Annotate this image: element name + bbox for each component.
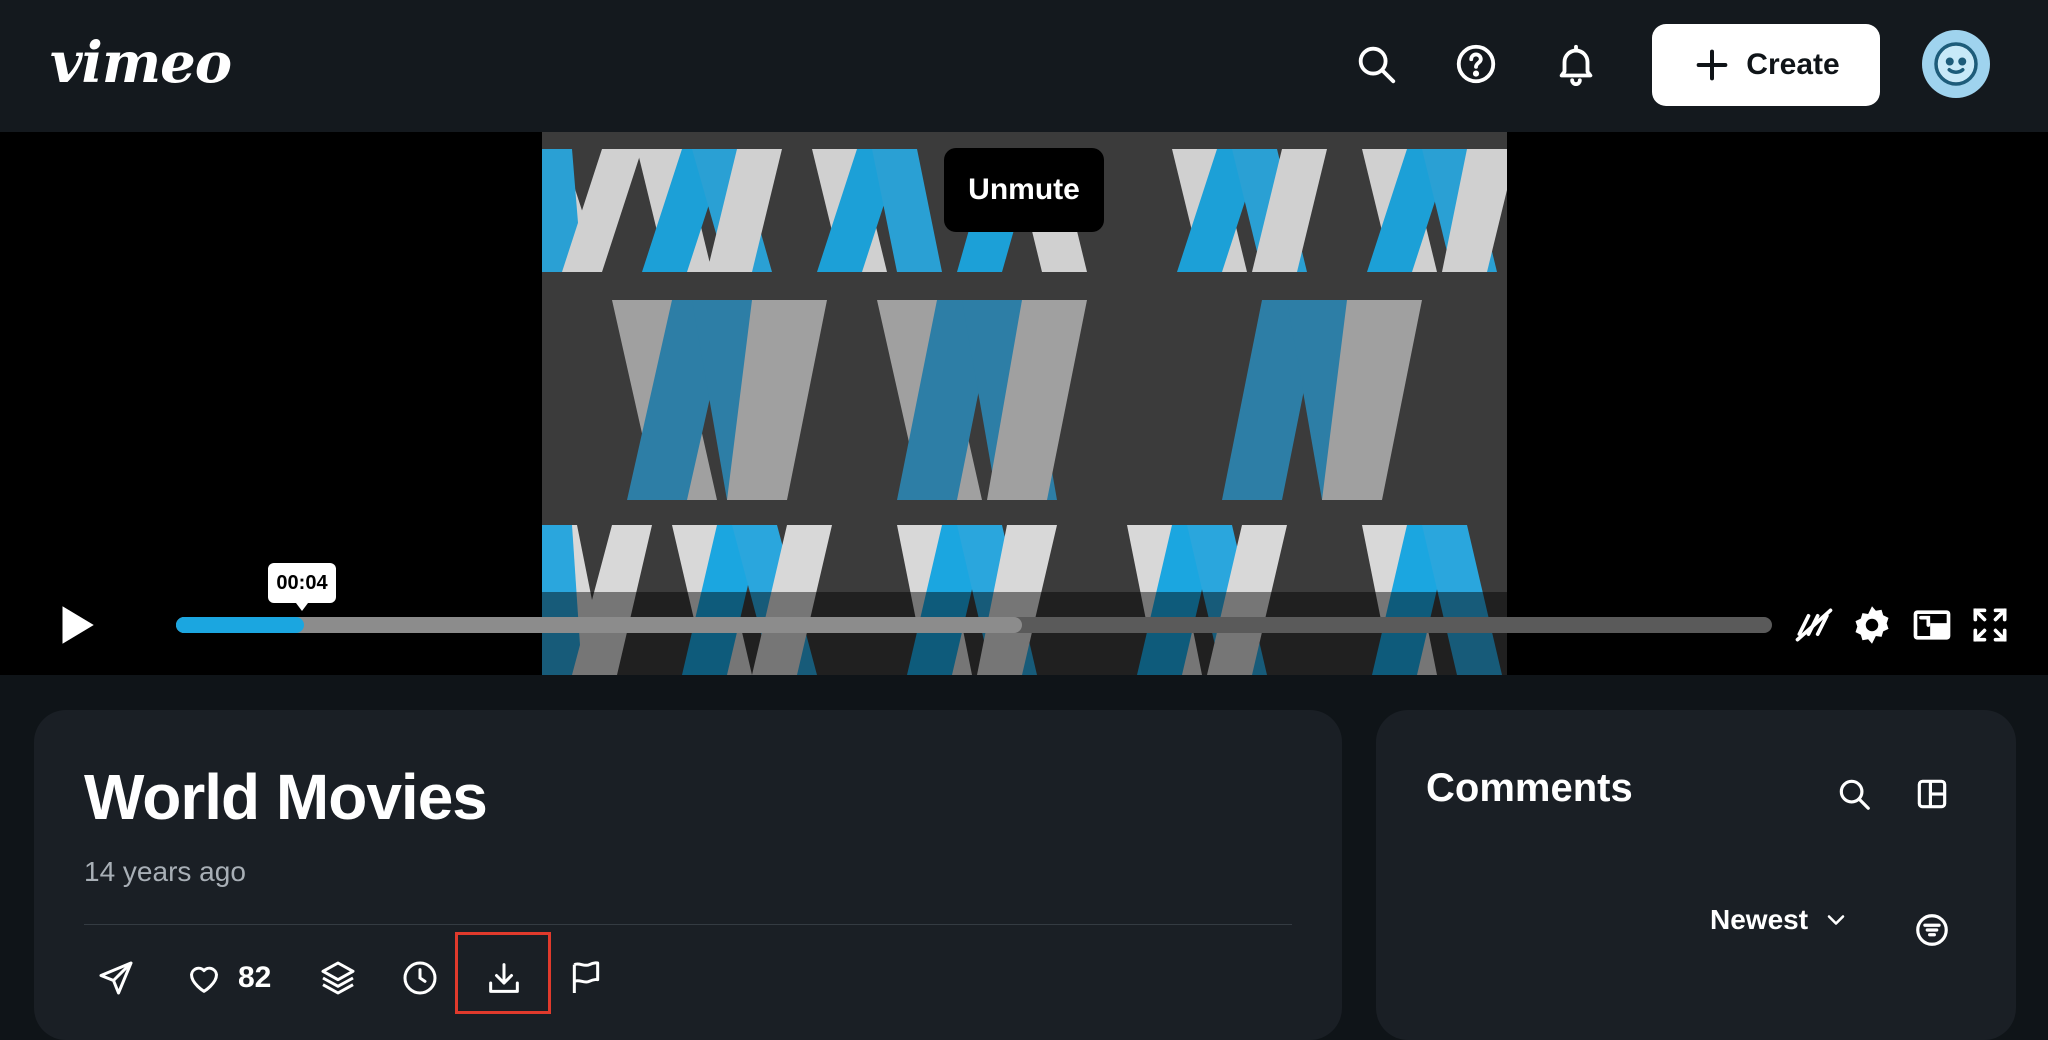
plus-icon xyxy=(1696,49,1728,81)
comments-panel: Comments Newest xyxy=(1376,710,2016,1040)
hd-off-icon xyxy=(1795,608,1833,642)
report-flag-icon xyxy=(572,961,600,993)
unmute-button[interactable]: Unmute xyxy=(944,148,1104,232)
share-icon xyxy=(99,961,133,995)
avatar[interactable] xyxy=(1922,30,1990,98)
watch-later-button[interactable] xyxy=(400,950,440,1006)
bell-icon xyxy=(1559,44,1593,87)
search-icon xyxy=(1358,46,1396,84)
sort-label: Newest xyxy=(1710,904,1809,935)
progress-bar[interactable] xyxy=(176,617,1772,633)
video-info-card: World Movies 14 years ago 82 xyxy=(34,710,1342,1040)
avatar-face-icon xyxy=(1934,42,1978,86)
video-title: World Movies xyxy=(84,761,488,833)
chevron-down-icon xyxy=(1827,915,1845,925)
like-button[interactable]: 82 xyxy=(184,950,271,1006)
controls-overlay xyxy=(542,592,1507,675)
share-button[interactable] xyxy=(96,950,136,1006)
time-tooltip: 00:04 xyxy=(268,563,336,611)
filter-icon xyxy=(1916,914,1948,946)
hd-toggle-button[interactable] xyxy=(1792,603,1836,647)
pip-button[interactable] xyxy=(1910,603,1954,647)
comments-title: Comments xyxy=(1426,766,1633,810)
create-label: Create xyxy=(1746,48,1840,81)
collections-button[interactable] xyxy=(318,950,358,1006)
watch-later-icon xyxy=(403,961,437,995)
comments-search-button[interactable] xyxy=(1826,766,1882,822)
play-icon xyxy=(62,606,94,644)
vimeo-logo[interactable]: vimeo xyxy=(50,30,232,96)
sort-dropdown[interactable]: Newest xyxy=(1710,904,1850,936)
fullscreen-button[interactable] xyxy=(1968,603,2012,647)
report-button[interactable] xyxy=(566,950,606,1006)
play-button[interactable] xyxy=(50,600,100,650)
fullscreen-icon xyxy=(1973,608,2007,642)
create-button[interactable]: Create xyxy=(1652,24,1880,106)
settings-button[interactable] xyxy=(1850,603,1894,647)
like-icon xyxy=(190,966,218,993)
divider xyxy=(84,924,1292,925)
settings-icon xyxy=(1855,606,1889,644)
help-icon xyxy=(1456,44,1496,84)
search-button[interactable] xyxy=(1348,36,1404,92)
upload-age: 14 years ago xyxy=(84,856,246,887)
comments-layout-button[interactable] xyxy=(1904,766,1960,822)
comments-filter-button[interactable] xyxy=(1904,902,1960,958)
picture-in-picture-icon xyxy=(1913,610,1951,640)
like-count: 82 xyxy=(238,961,272,994)
download-highlight-box xyxy=(455,932,551,1014)
help-button[interactable] xyxy=(1448,36,1504,92)
notifications-button[interactable] xyxy=(1548,36,1604,92)
top-bar: vimeo Create xyxy=(0,0,2048,132)
collections-icon xyxy=(321,961,355,995)
search-icon xyxy=(1839,779,1870,810)
layout-icon xyxy=(1917,779,1947,809)
progress-played xyxy=(176,617,304,633)
